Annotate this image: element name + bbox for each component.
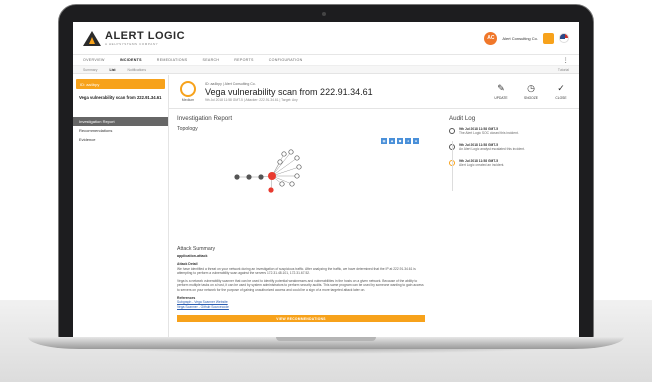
audit-entry: 9th Jul 2018 11:58 GMT-5 Alert Logic cre… — [449, 159, 569, 167]
snooze-label: SNOOZE — [524, 96, 538, 100]
closed-icon — [449, 128, 455, 134]
attacker-node — [268, 187, 274, 193]
camera-icon — [322, 12, 326, 16]
snooze-button[interactable]: ◷ SNOOZE — [521, 83, 541, 100]
close-button[interactable]: ✓ CLOSE — [551, 83, 571, 100]
reference-link-vega-github[interactable]: Vega Scanner - Github Sourcecode — [177, 305, 425, 309]
incident-subtitle: 9th Jul 2018 11:58 GMT-5 | Attacker: 222… — [205, 97, 298, 102]
nav-overview[interactable]: OVERVIEW — [83, 58, 105, 62]
nav-remediations[interactable]: REMEDIATIONS — [157, 58, 188, 62]
clock-icon: ◷ — [527, 83, 535, 93]
attack-summary-heading: Attack Summary — [177, 246, 216, 252]
attack-detail-label: Attack Detail — [177, 262, 198, 266]
incident-actions: ✎ UPDATE ◷ SNOOZE ✓ CLOSE — [491, 83, 571, 100]
attack-class: application-attack — [177, 254, 208, 258]
topology-nodes — [234, 149, 302, 193]
sidebar-item-evidence[interactable]: Evidence — [73, 135, 168, 144]
laptop-notch — [276, 337, 376, 341]
help-button[interactable] — [543, 32, 554, 44]
close-label: CLOSE — [555, 96, 567, 100]
alert-logic-logo[interactable]: ALERT LOGIC A HELPSYSTEMS COMPANY — [83, 29, 186, 46]
topology-node — [294, 173, 300, 179]
subnav-notifications[interactable]: Notifications — [128, 68, 146, 72]
language-flag-icon[interactable] — [559, 33, 569, 43]
logo-tagline: A HELPSYSTEMS COMPANY — [105, 41, 159, 46]
logo-triangle-icon — [83, 30, 101, 46]
topology-node — [281, 151, 287, 157]
sidebar-incident-title: Vega vulnerability scan from 222.91.34.6… — [79, 95, 162, 100]
check-icon: ✓ — [557, 83, 565, 93]
topology-node — [234, 174, 240, 180]
update-button[interactable]: ✎ UPDATE — [491, 83, 511, 100]
subnav-summary[interactable]: Summary — [83, 68, 98, 72]
topology-node — [288, 149, 294, 155]
attacker-node — [268, 172, 276, 180]
incident-header: Medium ID: aa4bpy | Alert Consulting Co.… — [169, 75, 579, 109]
severity-ring-icon — [180, 81, 196, 97]
incident-content: Medium ID: aa4bpy | Alert Consulting Co.… — [169, 75, 579, 337]
topology-node — [246, 174, 252, 180]
attack-detail-text-2: Vega is a network vulnerability scanner … — [177, 278, 424, 292]
nav-reports[interactable]: REPORTS — [234, 58, 253, 62]
account-name[interactable]: Alert Consulting Co. — [502, 36, 538, 41]
topology-svg — [234, 149, 302, 193]
audit-message: The Alert Logic SOC closed this incident… — [459, 131, 519, 135]
pencil-icon: ✎ — [497, 83, 505, 93]
audit-log-heading: Audit Log — [449, 115, 476, 122]
more-menu-icon[interactable]: ⋮ — [563, 57, 569, 64]
account-avatar[interactable]: AC — [484, 31, 498, 45]
topology-node — [294, 155, 300, 161]
update-label: UPDATE — [494, 96, 508, 100]
severity-chip: ID: aa4bpy — [76, 79, 165, 89]
laptop-bezel: ALERT LOGIC A HELPSYSTEMS COMPANY AC Ale… — [58, 4, 594, 340]
topology-graph[interactable]: ▦ ◆ ⬟ ➜ ⊞ — [177, 132, 425, 242]
sidebar-item-investigation-report[interactable]: Investigation Report — [73, 116, 168, 126]
investigation-report: Investigation Report Topology ▦ ◆ ⬟ ➜ ⊞ — [177, 115, 425, 323]
incident-meta: ID: aa4bpy | Alert Consulting Co. — [205, 81, 256, 86]
topology-node — [258, 174, 264, 180]
view-recommendations-button[interactable]: VIEW RECOMMENDATIONS — [177, 315, 425, 323]
audit-timeline-line — [451, 141, 453, 191]
tutorial-link[interactable]: Tutorial — [558, 68, 569, 72]
top-bar: ALERT LOGIC A HELPSYSTEMS COMPANY AC Ale… — [73, 22, 579, 55]
topology-node — [277, 159, 283, 165]
report-heading: Investigation Report — [177, 115, 233, 122]
sub-nav: Summary List Notifications Tutorial — [73, 65, 579, 74]
topology-node — [279, 181, 285, 187]
laptop-scene: ALERT LOGIC A HELPSYSTEMS COMPANY AC Ale… — [0, 0, 652, 382]
subnav-list[interactable]: List — [110, 68, 116, 72]
nav-configuration[interactable]: CONFIGURATION — [269, 58, 303, 62]
logo-wordmark: ALERT LOGIC — [105, 29, 186, 42]
incident-sidebar: ID: aa4bpy Vega vulnerability scan from … — [73, 75, 169, 337]
audit-log: Audit Log 9th Jul 2018 11:58 GMT-5 The A… — [449, 115, 569, 191]
nav-incidents[interactable]: INCIDENTS — [120, 58, 142, 62]
audit-entry: 9th Jul 2018 11:58 GMT-5 The Alert Logic… — [449, 127, 569, 135]
nav-search[interactable]: SEARCH — [203, 58, 220, 62]
sidebar-item-recommendations[interactable]: Recommendations — [73, 126, 168, 135]
attack-detail-text: We have identified a threat on your netw… — [177, 267, 416, 276]
incident-title: Vega vulnerability scan from 222.91.34.6… — [205, 86, 373, 97]
topology-node — [289, 181, 295, 187]
topology-node — [296, 164, 302, 170]
severity-label: Medium — [181, 98, 195, 102]
sidebar-menu: Investigation Report Recommendations Evi… — [73, 116, 168, 144]
audit-entry: 9th Jul 2018 11:58 GMT-5 An Alert Logic … — [449, 143, 569, 151]
app-window: ALERT LOGIC A HELPSYSTEMS COMPANY AC Ale… — [73, 22, 579, 337]
audit-message: Alert Logic created an incident. — [459, 163, 505, 167]
audit-message: An Alert Logic analyst escalated this in… — [459, 147, 525, 151]
main-nav: OVERVIEW INCIDENTS REMEDIATIONS SEARCH R… — [73, 55, 579, 65]
